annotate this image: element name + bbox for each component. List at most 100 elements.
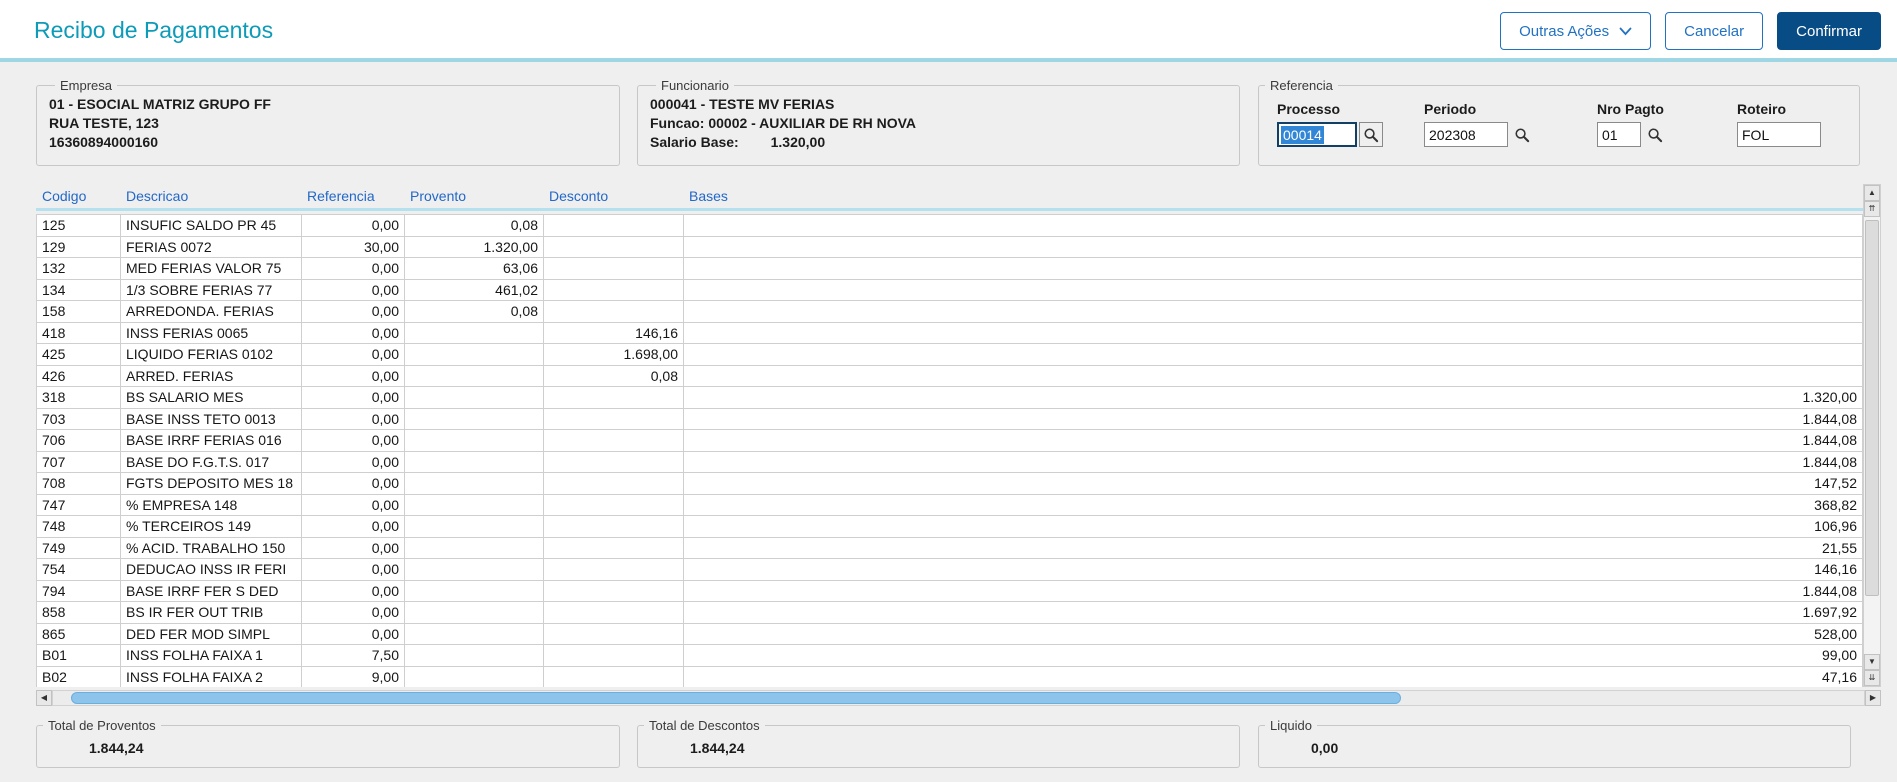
cell-bases[interactable]: 1.697,92 xyxy=(684,602,1863,624)
grid-row[interactable]: 703 BASE INSS TETO 0013 0,00 1.844,08 xyxy=(37,408,1863,430)
cell-provento[interactable]: 63,06 xyxy=(405,258,544,280)
cell-provento[interactable] xyxy=(405,387,544,409)
cell-codigo[interactable]: 754 xyxy=(37,559,121,581)
grid-row[interactable]: 426 ARRED. FERIAS 0,00 0,08 xyxy=(37,365,1863,387)
cell-codigo[interactable]: 748 xyxy=(37,516,121,538)
cell-descricao[interactable]: INSS FOLHA FAIXA 1 xyxy=(121,645,302,667)
cell-provento[interactable] xyxy=(405,537,544,559)
cell-bases[interactable]: 528,00 xyxy=(684,623,1863,645)
grid-row[interactable]: 425 LIQUIDO FERIAS 0102 0,00 1.698,00 xyxy=(37,344,1863,366)
cell-codigo[interactable]: 125 xyxy=(37,215,121,237)
cell-bases[interactable]: 99,00 xyxy=(684,645,1863,667)
cell-provento[interactable] xyxy=(405,430,544,452)
cell-codigo[interactable]: 418 xyxy=(37,322,121,344)
cell-codigo[interactable]: 134 xyxy=(37,279,121,301)
cell-desconto[interactable]: 146,16 xyxy=(544,322,684,344)
roteiro-input[interactable] xyxy=(1737,122,1821,147)
periodo-input[interactable] xyxy=(1424,122,1508,147)
scroll-right-button[interactable]: ▶ xyxy=(1865,690,1881,706)
cell-descricao[interactable]: INSUFIC SALDO PR 45 xyxy=(121,215,302,237)
cell-provento[interactable] xyxy=(405,494,544,516)
cell-bases[interactable]: 1.844,08 xyxy=(684,408,1863,430)
cell-bases[interactable]: 1.844,08 xyxy=(684,430,1863,452)
cell-referencia[interactable]: 0,00 xyxy=(302,258,405,280)
cancelar-button[interactable]: Cancelar xyxy=(1665,12,1764,50)
cell-provento[interactable] xyxy=(405,365,544,387)
cell-descricao[interactable]: INSS FOLHA FAIXA 2 xyxy=(121,666,302,687)
periodo-search-button[interactable] xyxy=(1511,122,1533,147)
cell-codigo[interactable]: 129 xyxy=(37,236,121,258)
cell-provento[interactable]: 461,02 xyxy=(405,279,544,301)
cell-descricao[interactable]: BASE IRRF FERIAS 016 xyxy=(121,430,302,452)
grid-row[interactable]: 747 % EMPRESA 148 0,00 368,82 xyxy=(37,494,1863,516)
cell-descricao[interactable]: DED FER MOD SIMPL xyxy=(121,623,302,645)
outras-acoes-button[interactable]: Outras Ações xyxy=(1500,12,1652,50)
scroll-down-button[interactable]: ▼ xyxy=(1864,654,1880,670)
cell-provento[interactable] xyxy=(405,645,544,667)
grid-row[interactable]: 865 DED FER MOD SIMPL 0,00 528,00 xyxy=(37,623,1863,645)
cell-provento[interactable] xyxy=(405,623,544,645)
cell-descricao[interactable]: BASE IRRF FER S DED xyxy=(121,580,302,602)
cell-bases[interactable] xyxy=(684,258,1863,280)
cell-provento[interactable] xyxy=(405,473,544,495)
cell-referencia[interactable]: 0,00 xyxy=(302,451,405,473)
cell-codigo[interactable]: 708 xyxy=(37,473,121,495)
cell-descricao[interactable]: ARREDONDA. FERIAS xyxy=(121,301,302,323)
cell-descricao[interactable]: LIQUIDO FERIAS 0102 xyxy=(121,344,302,366)
cell-descricao[interactable]: BS IR FER OUT TRIB xyxy=(121,602,302,624)
cell-desconto[interactable]: 0,08 xyxy=(544,365,684,387)
grid-row[interactable]: 748 % TERCEIROS 149 0,00 106,96 xyxy=(37,516,1863,538)
cell-provento[interactable] xyxy=(405,408,544,430)
grid-row[interactable]: 125 INSUFIC SALDO PR 45 0,00 0,08 xyxy=(37,215,1863,237)
cell-bases[interactable]: 1.844,08 xyxy=(684,580,1863,602)
cell-provento[interactable] xyxy=(405,322,544,344)
cell-descricao[interactable]: % EMPRESA 148 xyxy=(121,494,302,516)
cell-provento[interactable]: 0,08 xyxy=(405,215,544,237)
grid-row[interactable]: B01 INSS FOLHA FAIXA 1 7,50 99,00 xyxy=(37,645,1863,667)
cell-referencia[interactable]: 0,00 xyxy=(302,387,405,409)
cell-provento[interactable]: 0,08 xyxy=(405,301,544,323)
cell-referencia[interactable]: 0,00 xyxy=(302,408,405,430)
grid-row[interactable]: 418 INSS FERIAS 0065 0,00 146,16 xyxy=(37,322,1863,344)
nro-pagto-search-button[interactable] xyxy=(1644,122,1666,147)
cell-provento[interactable] xyxy=(405,602,544,624)
cell-referencia[interactable]: 0,00 xyxy=(302,215,405,237)
cell-desconto[interactable] xyxy=(544,623,684,645)
cell-desconto[interactable] xyxy=(544,387,684,409)
cell-bases[interactable] xyxy=(684,365,1863,387)
grid-row[interactable]: 134 1/3 SOBRE FERIAS 77 0,00 461,02 xyxy=(37,279,1863,301)
cell-desconto[interactable] xyxy=(544,559,684,581)
grid-row[interactable]: 707 BASE DO F.G.T.S. 017 0,00 1.844,08 xyxy=(37,451,1863,473)
cell-bases[interactable] xyxy=(684,236,1863,258)
grid-row[interactable]: 794 BASE IRRF FER S DED 0,00 1.844,08 xyxy=(37,580,1863,602)
cell-codigo[interactable]: 318 xyxy=(37,387,121,409)
cell-referencia[interactable]: 0,00 xyxy=(302,516,405,538)
cell-codigo[interactable]: 158 xyxy=(37,301,121,323)
cell-referencia[interactable]: 9,00 xyxy=(302,666,405,687)
scroll-page-up-button[interactable]: ⇈ xyxy=(1864,201,1880,217)
cell-codigo[interactable]: 865 xyxy=(37,623,121,645)
cell-bases[interactable] xyxy=(684,344,1863,366)
cell-desconto[interactable] xyxy=(544,430,684,452)
grid-row[interactable]: 129 FERIAS 0072 30,00 1.320,00 xyxy=(37,236,1863,258)
cell-referencia[interactable]: 0,00 xyxy=(302,580,405,602)
cell-bases[interactable]: 146,16 xyxy=(684,559,1863,581)
cell-descricao[interactable]: BS SALARIO MES xyxy=(121,387,302,409)
cell-desconto[interactable] xyxy=(544,301,684,323)
cell-provento[interactable] xyxy=(405,344,544,366)
cell-descricao[interactable]: 1/3 SOBRE FERIAS 77 xyxy=(121,279,302,301)
cell-descricao[interactable]: FGTS DEPOSITO MES 18 xyxy=(121,473,302,495)
cell-provento[interactable] xyxy=(405,451,544,473)
cell-referencia[interactable]: 0,00 xyxy=(302,559,405,581)
cell-referencia[interactable]: 0,00 xyxy=(302,322,405,344)
cell-descricao[interactable]: INSS FERIAS 0065 xyxy=(121,322,302,344)
cell-bases[interactable]: 1.844,08 xyxy=(684,451,1863,473)
scroll-left-button[interactable]: ◀ xyxy=(36,690,52,706)
cell-codigo[interactable]: 132 xyxy=(37,258,121,280)
processo-input[interactable]: 00014 xyxy=(1277,122,1357,147)
cell-descricao[interactable]: DEDUCAO INSS IR FERI xyxy=(121,559,302,581)
cell-referencia[interactable]: 0,00 xyxy=(302,494,405,516)
cell-desconto[interactable] xyxy=(544,451,684,473)
cell-desconto[interactable] xyxy=(544,645,684,667)
cell-codigo[interactable]: 706 xyxy=(37,430,121,452)
